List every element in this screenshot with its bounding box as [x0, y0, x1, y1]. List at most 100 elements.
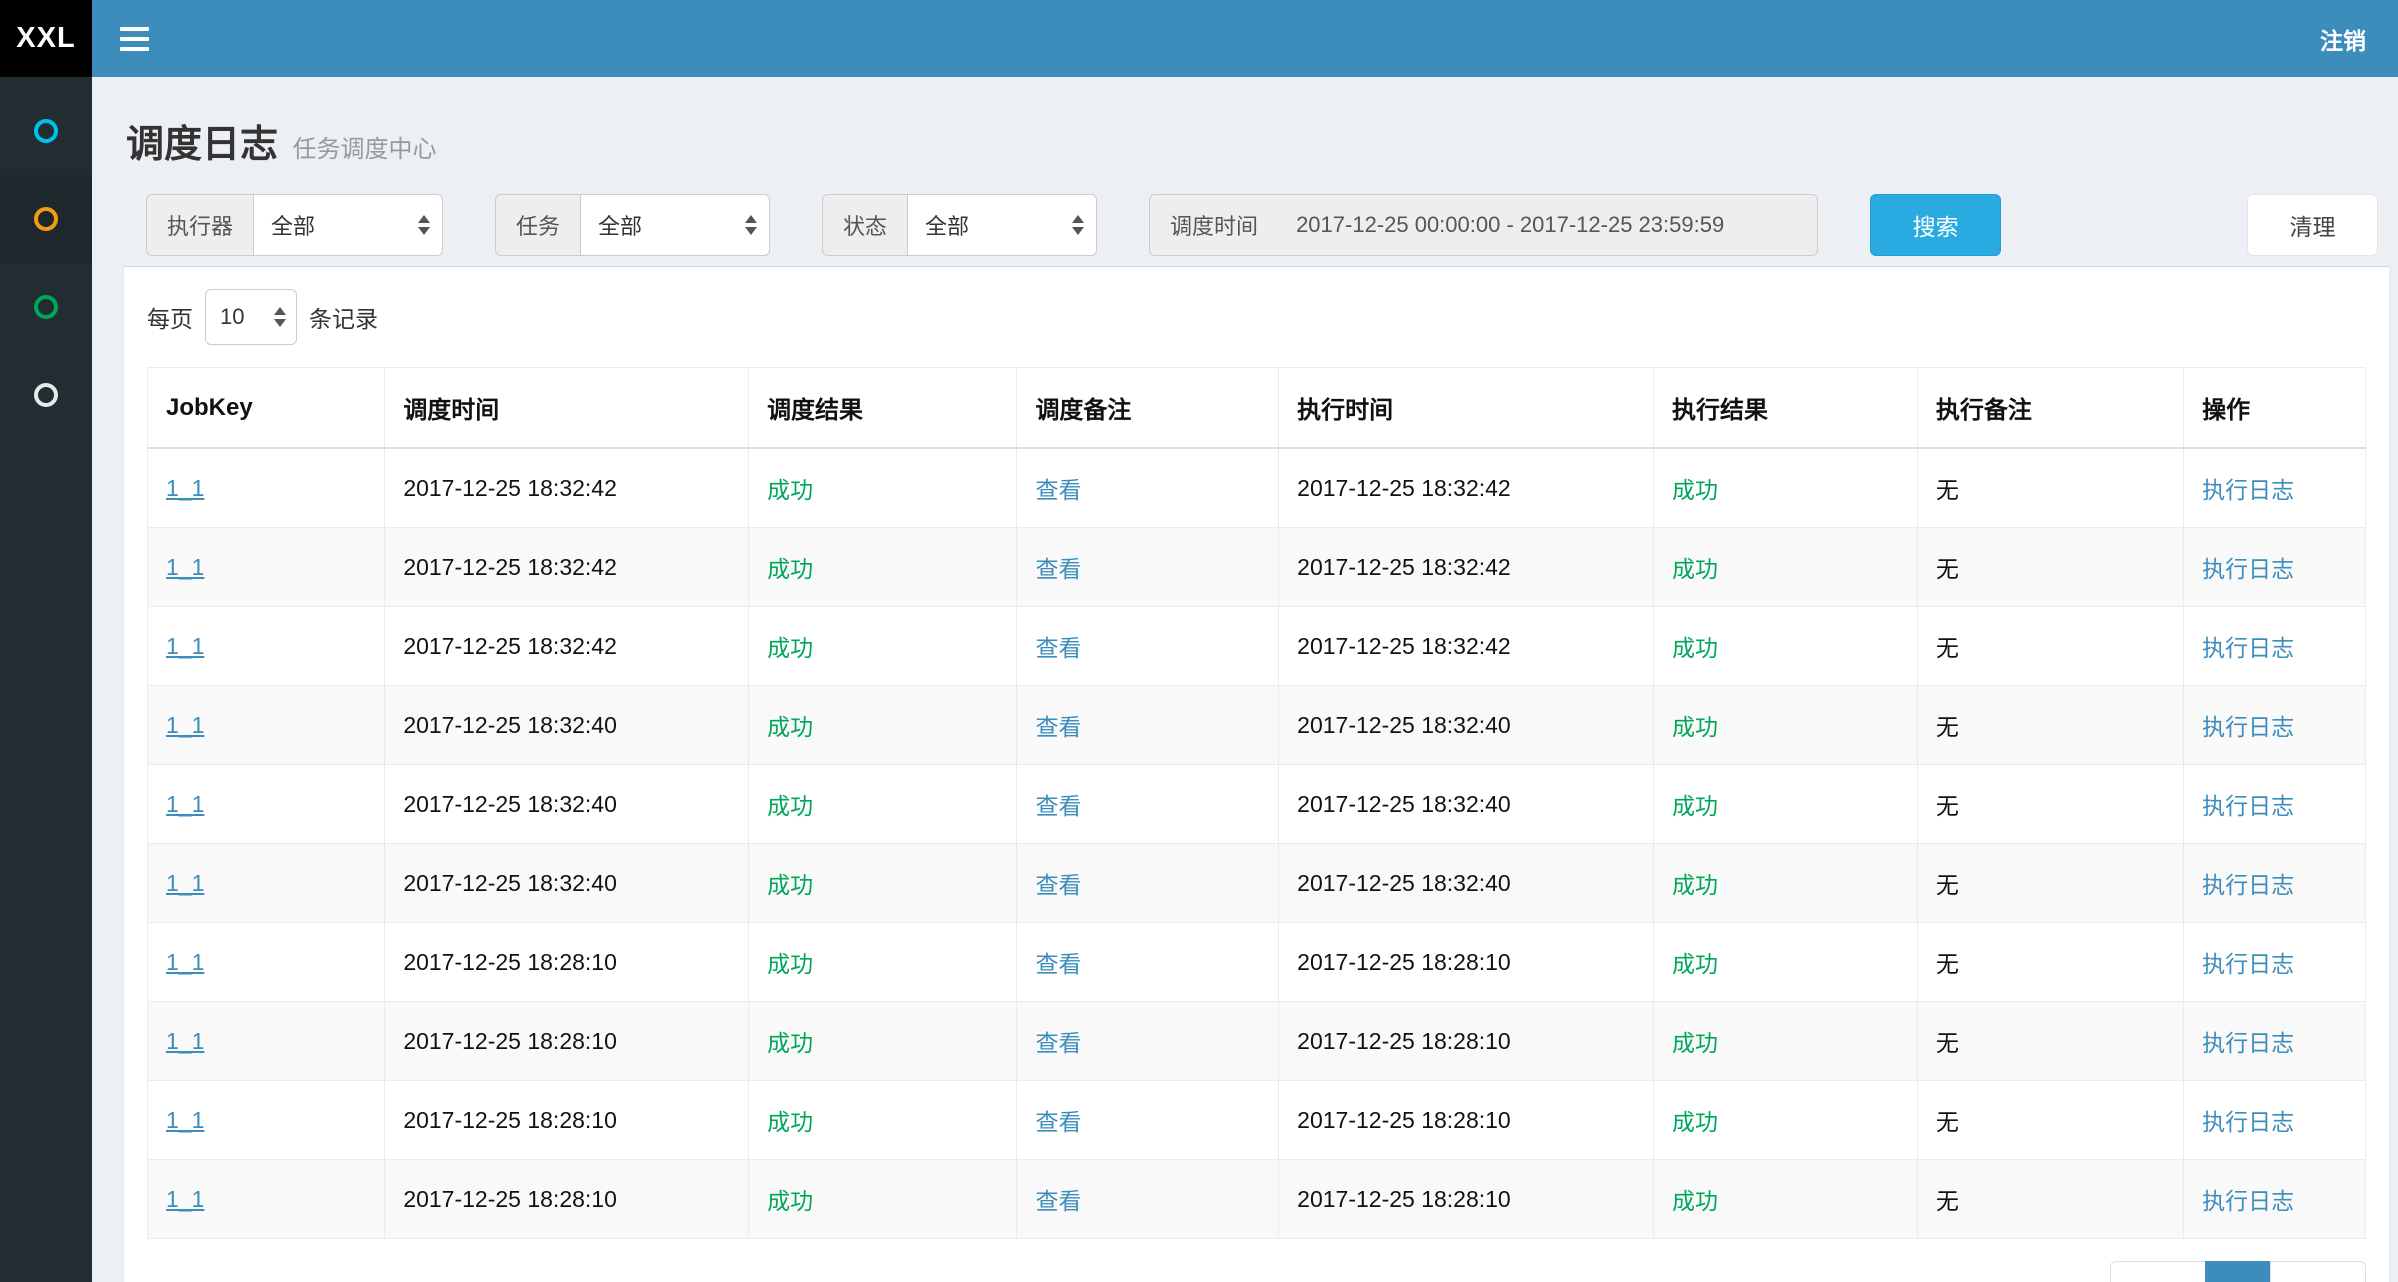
col-header-handle-result: 执行结果 [1653, 368, 1917, 449]
table-row: 1_1 2017-12-25 18:32:40 成功 查看 2017-12-25… [148, 844, 2366, 923]
hamburger-icon [120, 27, 149, 31]
view-trigger-msg-link[interactable]: 查看 [1035, 1030, 1081, 1056]
handle-time-cell: 2017-12-25 18:28:10 [1279, 1160, 1654, 1239]
view-trigger-msg-link[interactable]: 查看 [1035, 635, 1081, 661]
jobkey-link[interactable]: 1_1 [166, 554, 204, 580]
prev-page-button[interactable]: 上页 [2110, 1261, 2206, 1282]
table-row: 1_1 2017-12-25 18:28:10 成功 查看 2017-12-25… [148, 923, 2366, 1002]
page-size-select[interactable]: 10 [205, 289, 297, 345]
exec-log-link[interactable]: 执行日志 [2202, 556, 2294, 582]
table-row: 1_1 2017-12-25 18:32:42 成功 查看 2017-12-25… [148, 448, 2366, 528]
jobkey-link[interactable]: 1_1 [166, 633, 204, 659]
handle-msg-cell: 无 [1917, 844, 2183, 923]
select-arrows-icon [274, 307, 286, 327]
clear-button[interactable]: 清理 [2247, 194, 2378, 256]
view-trigger-msg-link[interactable]: 查看 [1035, 872, 1081, 898]
sidebar-item[interactable] [0, 87, 92, 175]
status-select-value: 全部 [925, 209, 969, 241]
app-logo[interactable]: XXL [0, 0, 92, 77]
jobkey-link[interactable]: 1_1 [166, 949, 204, 975]
page-size-prefix: 每页 [147, 300, 193, 334]
handle-result-cell: 成功 [1653, 923, 1917, 1002]
handle-result-cell: 成功 [1653, 1160, 1917, 1239]
view-trigger-msg-link[interactable]: 查看 [1035, 793, 1081, 819]
jobkey-link[interactable]: 1_1 [166, 475, 204, 501]
sidebar-item[interactable] [0, 175, 92, 263]
view-trigger-msg-link[interactable]: 查看 [1035, 1188, 1081, 1214]
jobkey-link[interactable]: 1_1 [166, 1028, 204, 1054]
page-subtitle: 任务调度中心 [292, 136, 436, 163]
jobkey-link[interactable]: 1_1 [166, 791, 204, 817]
executor-select[interactable]: 全部 [253, 194, 443, 256]
col-header-jobkey: JobKey [148, 368, 385, 449]
jobkey-link[interactable]: 1_1 [166, 1107, 204, 1133]
trigger-time-cell: 2017-12-25 18:32:40 [385, 686, 749, 765]
filter-bar: 执行器 全部 任务 全部 状态 全部 调度时间 搜索 清理 [146, 194, 2378, 256]
trigger-result-cell: 成功 [749, 1002, 1017, 1081]
jobkey-link[interactable]: 1_1 [166, 870, 204, 896]
exec-log-link[interactable]: 执行日志 [2202, 872, 2294, 898]
handle-result-cell: 成功 [1653, 1081, 1917, 1160]
view-trigger-msg-link[interactable]: 查看 [1035, 1109, 1081, 1135]
executor-filter-group: 执行器 全部 [146, 194, 443, 256]
sidebar-item[interactable] [0, 351, 92, 439]
trigger-time-cell: 2017-12-25 18:32:42 [385, 448, 749, 528]
trigger-time-cell: 2017-12-25 18:32:40 [385, 765, 749, 844]
content-box: 每页 10 条记录 JobKey 调度时间 调度结果 调度备注 执行时间 执行结… [123, 266, 2390, 1282]
select-arrows-icon [745, 215, 757, 235]
handle-time-cell: 2017-12-25 18:32:40 [1279, 765, 1654, 844]
exec-log-link[interactable]: 执行日志 [2202, 1109, 2294, 1135]
trigger-time-cell: 2017-12-25 18:28:10 [385, 1002, 749, 1081]
trigger-time-cell: 2017-12-25 18:32:40 [385, 844, 749, 923]
pagination-summary: 第 1 页 ( 总共 1 页， 10 条记录 ) [147, 1275, 478, 1282]
handle-time-cell: 2017-12-25 18:28:10 [1279, 923, 1654, 1002]
sidebar-item[interactable] [0, 263, 92, 351]
exec-log-link[interactable]: 执行日志 [2202, 951, 2294, 977]
sidebar-toggle-button[interactable] [120, 21, 149, 57]
handle-result-cell: 成功 [1653, 1002, 1917, 1081]
handle-msg-cell: 无 [1917, 1160, 2183, 1239]
view-trigger-msg-link[interactable]: 查看 [1035, 714, 1081, 740]
status-select[interactable]: 全部 [907, 194, 1097, 256]
table-row: 1_1 2017-12-25 18:28:10 成功 查看 2017-12-25… [148, 1002, 2366, 1081]
handle-result-cell: 成功 [1653, 765, 1917, 844]
handle-msg-cell: 无 [1917, 1081, 2183, 1160]
job-select[interactable]: 全部 [580, 194, 770, 256]
exec-log-link[interactable]: 执行日志 [2202, 1030, 2294, 1056]
page-size-control: 每页 10 条记录 [147, 289, 2366, 345]
handle-msg-cell: 无 [1917, 528, 2183, 607]
time-filter-label: 调度时间 [1149, 194, 1278, 256]
exec-log-link[interactable]: 执行日志 [2202, 477, 2294, 503]
handle-time-cell: 2017-12-25 18:32:40 [1279, 686, 1654, 765]
view-trigger-msg-link[interactable]: 查看 [1035, 556, 1081, 582]
status-filter-group: 状态 全部 [822, 194, 1097, 256]
exec-log-link[interactable]: 执行日志 [2202, 793, 2294, 819]
page-1-button[interactable]: 1 [2205, 1261, 2271, 1282]
jobkey-link[interactable]: 1_1 [166, 712, 204, 738]
executor-select-value: 全部 [271, 209, 315, 241]
search-button[interactable]: 搜索 [1870, 194, 2001, 256]
handle-result-cell: 成功 [1653, 607, 1917, 686]
logout-link[interactable]: 注销 [2320, 22, 2366, 56]
next-page-button[interactable]: 下页 [2270, 1261, 2366, 1282]
job-select-value: 全部 [598, 209, 642, 241]
trigger-result-cell: 成功 [749, 528, 1017, 607]
select-arrows-icon [418, 215, 430, 235]
jobkey-link[interactable]: 1_1 [166, 1186, 204, 1212]
trigger-result-cell: 成功 [749, 448, 1017, 528]
trigger-result-cell: 成功 [749, 686, 1017, 765]
exec-log-link[interactable]: 执行日志 [2202, 714, 2294, 740]
pagination: 上页 1 下页 [2110, 1261, 2366, 1282]
handle-time-cell: 2017-12-25 18:28:10 [1279, 1081, 1654, 1160]
exec-log-link[interactable]: 执行日志 [2202, 635, 2294, 661]
exec-log-link[interactable]: 执行日志 [2202, 1188, 2294, 1214]
col-header-handle-msg: 执行备注 [1917, 368, 2183, 449]
col-header-handle-time: 执行时间 [1279, 368, 1654, 449]
time-range-input[interactable] [1278, 194, 1818, 256]
trigger-result-cell: 成功 [749, 923, 1017, 1002]
handle-result-cell: 成功 [1653, 448, 1917, 528]
view-trigger-msg-link[interactable]: 查看 [1035, 477, 1081, 503]
view-trigger-msg-link[interactable]: 查看 [1035, 951, 1081, 977]
handle-msg-cell: 无 [1917, 448, 2183, 528]
handle-result-cell: 成功 [1653, 844, 1917, 923]
